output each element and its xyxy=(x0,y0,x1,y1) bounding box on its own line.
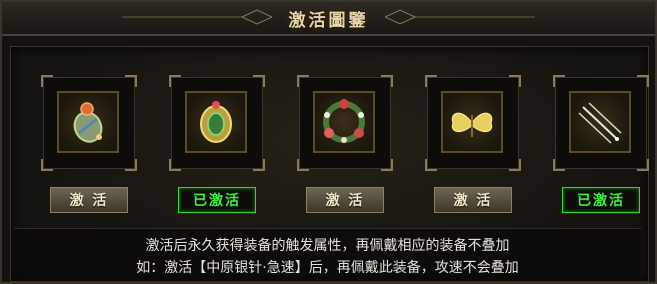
item-slot-4[interactable] xyxy=(425,75,521,171)
activated-badge-2[interactable]: 已激活 xyxy=(178,187,256,213)
item-slot-5[interactable] xyxy=(553,75,649,171)
activate-button-3[interactable]: 激 活 xyxy=(306,187,384,213)
silver-needles-icon xyxy=(578,102,622,144)
item-slot-2[interactable] xyxy=(169,75,265,171)
activated-badge-5[interactable]: 已激活 xyxy=(562,187,640,213)
item-slot-1[interactable] xyxy=(41,75,137,171)
description-box: 激活后永久获得装备的触发属性，再佩戴相应的装备不叠加 如：激活【中原银针·急速】… xyxy=(14,228,641,281)
activate-button-1[interactable]: 激 活 xyxy=(50,187,128,213)
title-ornament-right-icon xyxy=(385,9,535,25)
item-slot-3[interactable] xyxy=(297,75,393,171)
description-line-2: 如：激活【中原银针·急速】后，再佩戴此装备，攻速不会叠加 xyxy=(136,260,519,276)
amulet-icon xyxy=(73,102,103,143)
activation-codex-window: 激活圖鑒 激 活 已激活 激 活 激 活 已激活 激活后永久获得装备的触发属性，… xyxy=(0,0,657,284)
golden-butterfly-icon xyxy=(451,112,493,137)
window-title: 激活圖鑒 xyxy=(288,10,369,31)
title-bar: 激活圖鑒 xyxy=(2,2,655,36)
title-ornament-left-icon xyxy=(122,9,272,25)
activate-button-4[interactable]: 激 活 xyxy=(434,187,512,213)
jade-bracelet-icon xyxy=(200,101,232,143)
flower-wreath-icon xyxy=(323,99,365,143)
description-line-1: 激活后永久获得装备的触发属性，再佩戴相应的装备不叠加 xyxy=(145,238,510,254)
